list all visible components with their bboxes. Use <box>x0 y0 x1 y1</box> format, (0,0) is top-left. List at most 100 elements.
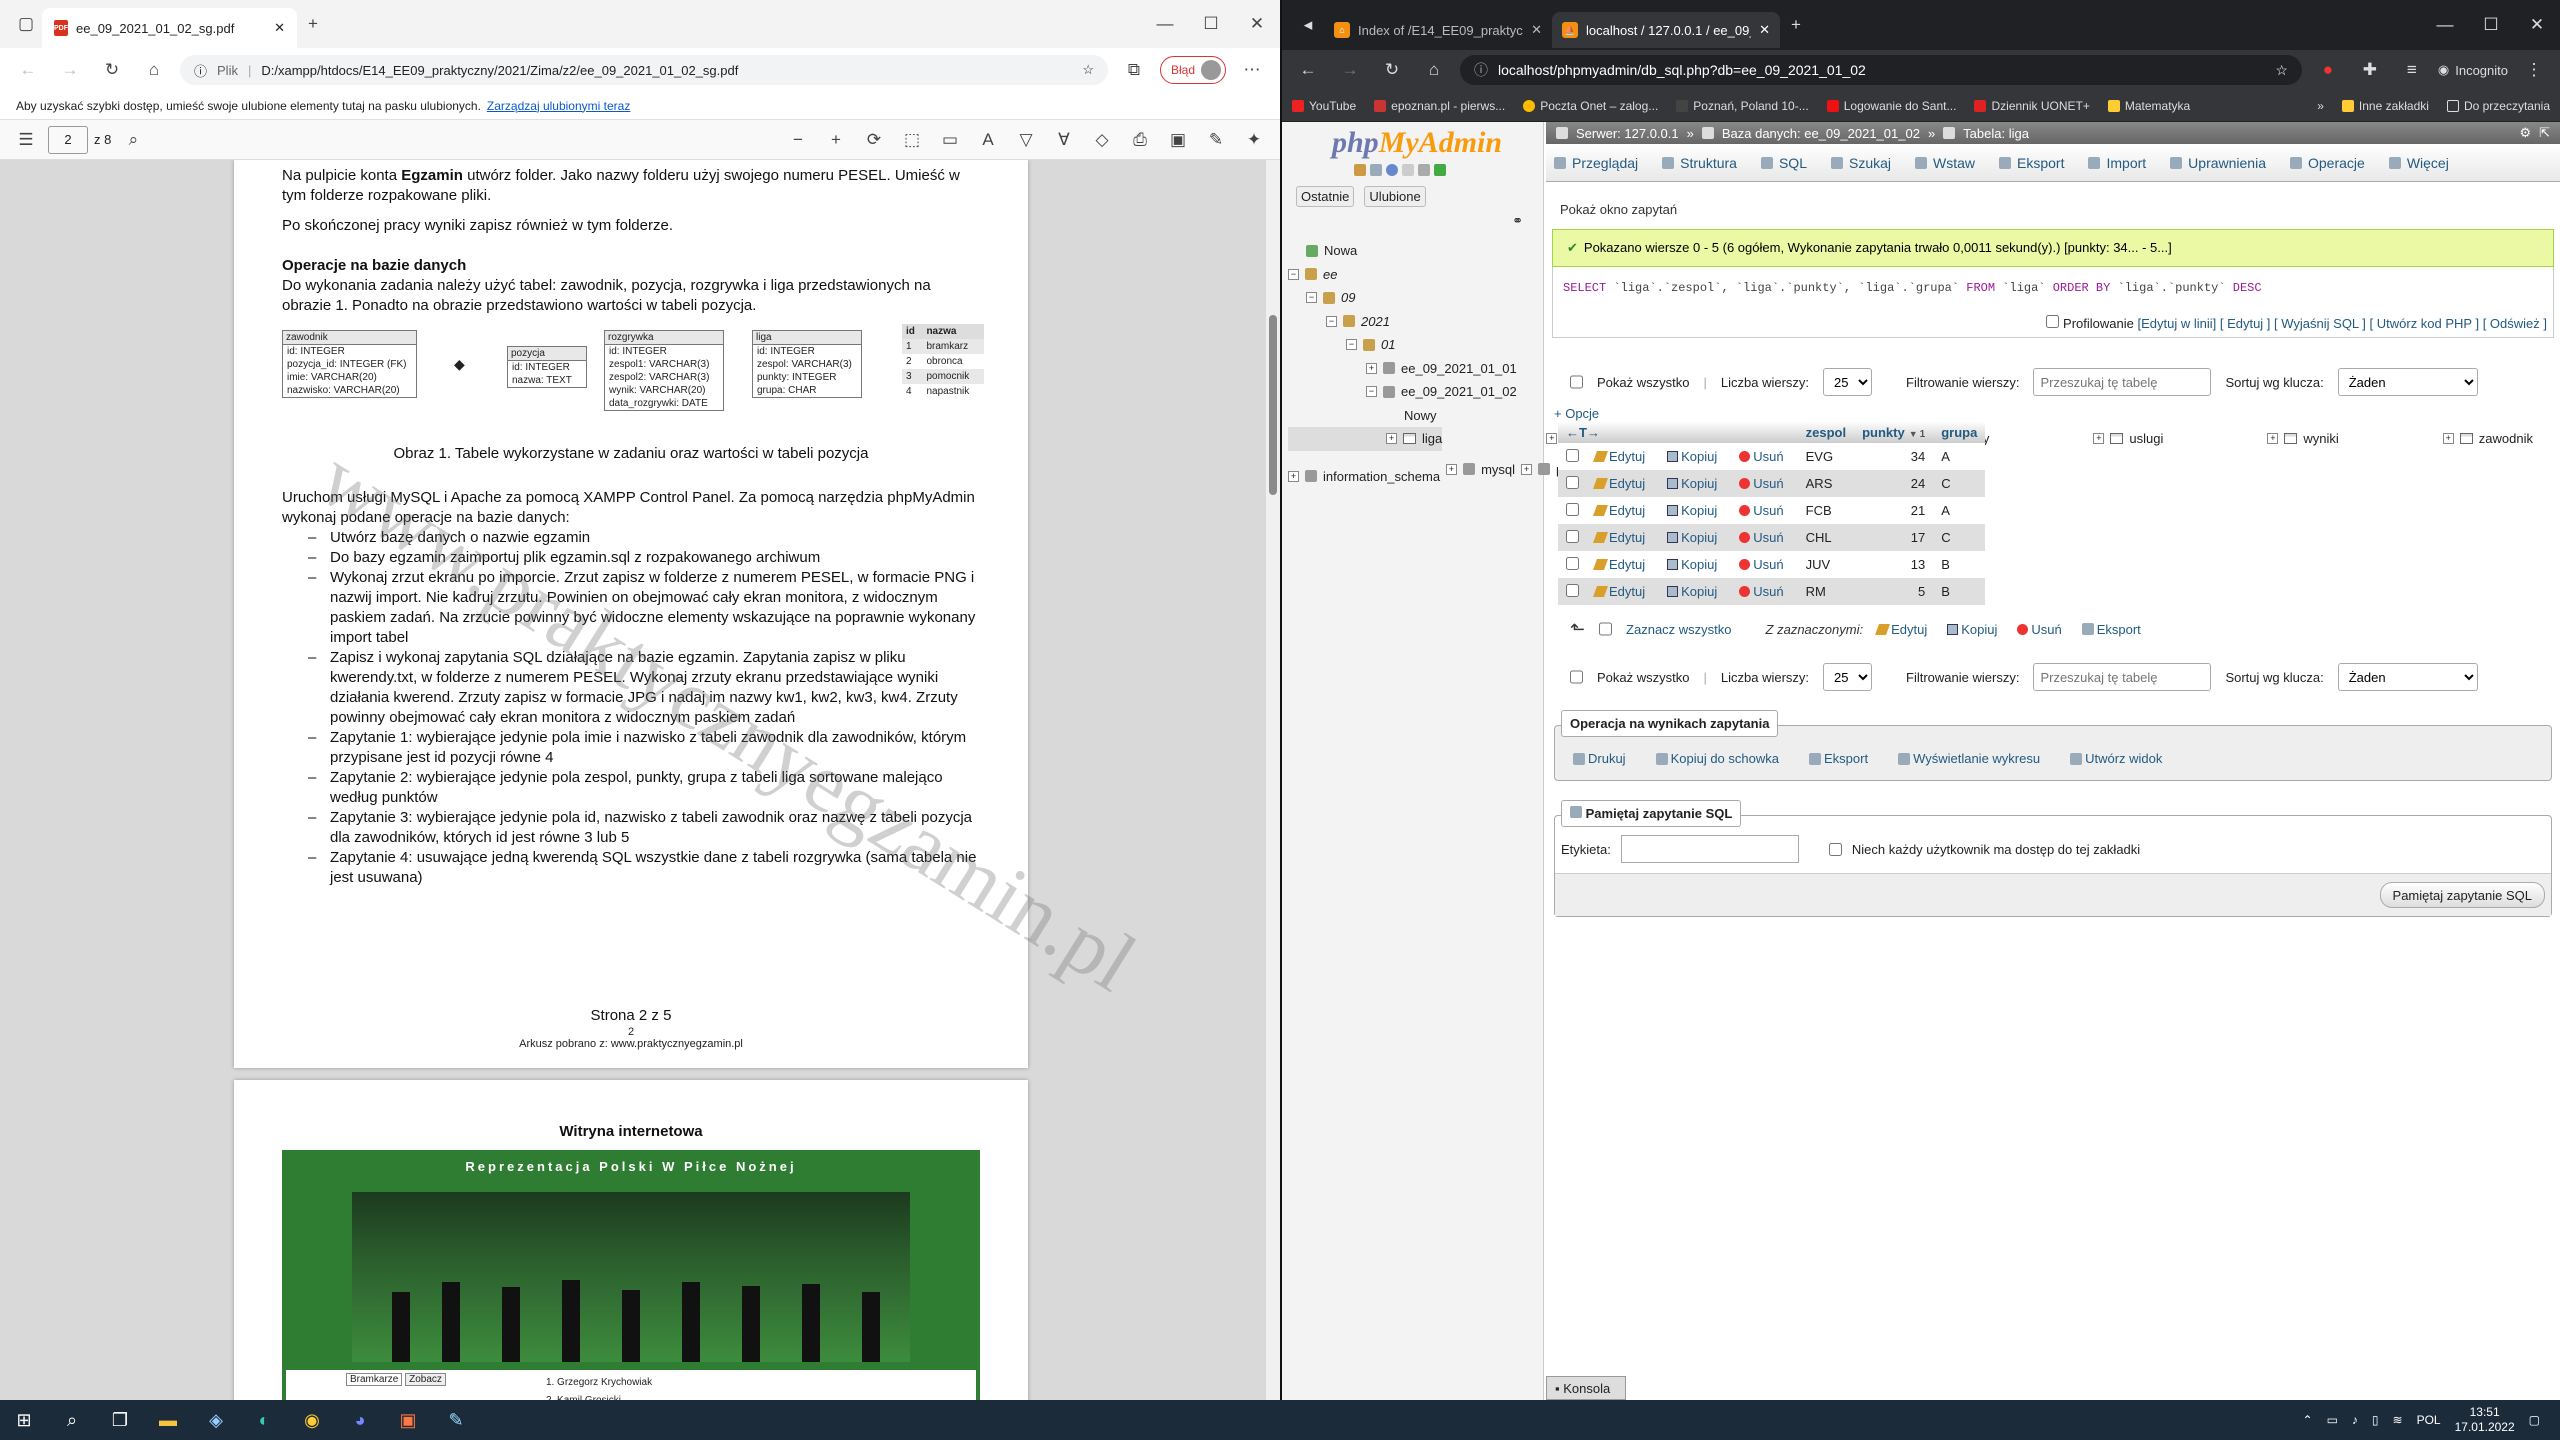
nav-arrows-header[interactable]: ←T→ <box>1558 421 1798 443</box>
collapse-icon[interactable]: − <box>1366 386 1377 398</box>
collections-icon[interactable]: ⧉ <box>1118 54 1150 86</box>
app-icon[interactable]: ◈ <box>192 1400 240 1440</box>
row-copy-link[interactable]: Kopiuj <box>1667 530 1717 545</box>
tab-export[interactable]: Eksport <box>1999 155 2064 171</box>
row-edit-link[interactable]: Edytuj <box>1592 584 1645 599</box>
help-icon[interactable] <box>1386 164 1398 176</box>
row-copy-link[interactable]: Kopiuj <box>1667 476 1717 491</box>
bookmark-youtube[interactable]: YouTube <box>1292 99 1356 113</box>
bulk-edit[interactable]: Edytuj <box>1891 622 1927 637</box>
docs-icon[interactable] <box>1402 164 1414 176</box>
close-tab-icon[interactable]: ✕ <box>1531 22 1542 38</box>
table-cell[interactable]: 13 <box>1854 551 1934 578</box>
remember-query-button[interactable]: Pamiętaj zapytanie SQL <box>2379 882 2545 908</box>
search-icon[interactable]: ⌕ <box>117 124 149 156</box>
tab-search[interactable]: Szukaj <box>1830 155 1891 171</box>
table-cell[interactable]: C <box>1933 524 1986 551</box>
bookmark-matematyka[interactable]: Matematyka <box>2107 99 2190 113</box>
eraser-icon[interactable]: ◇ <box>1086 124 1118 156</box>
tree-db1[interactable]: + ee_09_2021_01_01 <box>1288 357 1537 381</box>
table-cell[interactable]: B <box>1933 551 1986 578</box>
row-delete-link[interactable]: Usuń <box>1739 476 1784 491</box>
explorer-icon[interactable]: ▬ <box>144 1400 192 1440</box>
bookmark-onet[interactable]: Poczta Onet – zalog... <box>1523 99 1658 113</box>
tab-more[interactable]: Więcej <box>2388 155 2449 171</box>
table-cell[interactable]: A <box>1933 443 1986 470</box>
table-cell[interactable]: A <box>1933 497 1986 524</box>
table-cell[interactable]: CHL <box>1797 524 1855 551</box>
save-as-icon[interactable]: ✎ <box>1200 124 1232 156</box>
expand-icon[interactable]: + <box>1288 470 1299 482</box>
op-view[interactable]: Utwórz widok <box>2070 751 2162 766</box>
column-header-grupa[interactable]: grupa <box>1933 421 1986 443</box>
row-checkbox[interactable] <box>1566 556 1579 570</box>
op-chart[interactable]: Wyświetlanie wykresu <box>1898 751 2040 766</box>
filter-input[interactable] <box>2033 368 2212 396</box>
new-tab-icon[interactable]: + <box>1780 9 1812 41</box>
tree-09[interactable]: − 09 <box>1288 286 1537 310</box>
tab-actions-icon[interactable]: ▢ <box>10 8 42 40</box>
expand-icon[interactable]: + <box>1386 433 1397 445</box>
language-indicator[interactable]: POL <box>2417 1413 2441 1427</box>
pdf-scrollbar[interactable] <box>1266 160 1280 1400</box>
start-icon[interactable]: ⊞ <box>0 1400 48 1440</box>
bookmark-uonet[interactable]: Dziennik UONET+ <box>1974 99 2090 113</box>
row-delete-link[interactable]: Usuń <box>1739 503 1784 518</box>
tree-db2[interactable]: − ee_09_2021_01_02 <box>1288 380 1537 404</box>
filter-input-2[interactable] <box>2033 663 2212 691</box>
fit-page-icon[interactable]: ⬚ <box>896 124 928 156</box>
row-checkbox[interactable] <box>1566 502 1579 516</box>
logout-icon[interactable] <box>1370 164 1382 176</box>
wifi-icon[interactable]: ≋ <box>2393 1413 2403 1427</box>
tree-table-liga[interactable]: + liga <box>1288 427 1443 451</box>
sort-select-2[interactable]: Żaden <box>2337 663 2478 691</box>
contents-icon[interactable]: ☰ <box>10 124 42 156</box>
row-copy-link[interactable]: Kopiuj <box>1667 449 1717 464</box>
back-icon[interactable]: ← <box>1292 54 1324 86</box>
profiling-checkbox[interactable] <box>2046 315 2060 328</box>
extension-red-icon[interactable]: ● <box>2312 54 2344 86</box>
edge-tab-pdf[interactable]: PDF ee_09_2021_01_02_sg.pdf ✕ <box>42 8 297 48</box>
battery-icon[interactable]: ▯ <box>2372 1413 2379 1427</box>
op-print[interactable]: Drukuj <box>1573 751 1626 766</box>
bookmark-other[interactable]: Inne zakładki <box>2341 99 2429 113</box>
crumb-table[interactable]: Tabela: liga <box>1963 126 2029 141</box>
expand-icon[interactable]: + <box>1446 463 1458 475</box>
tab-operations[interactable]: Operacje <box>2290 155 2365 171</box>
show-all-checkbox-2[interactable] <box>1570 663 1583 691</box>
manage-favorites-link[interactable]: Zarządzaj ulubionymi teraz <box>487 99 630 113</box>
edge-url-field[interactable]: ⓘ Plik | D:/xampp/htdocs/E14_EE09_prakty… <box>180 55 1108 85</box>
check-all-checkbox[interactable] <box>1599 615 1613 643</box>
row-edit-link[interactable]: Edytuj <box>1592 503 1645 518</box>
row-delete-link[interactable]: Usuń <box>1739 584 1784 599</box>
reading-list[interactable]: Do przeczytania <box>2446 99 2550 113</box>
rows-select-2[interactable]: 25 <box>1823 663 1873 691</box>
show-all-checkbox[interactable] <box>1570 368 1583 396</box>
maximize-icon[interactable]: ☐ <box>2468 9 2514 41</box>
label-input[interactable] <box>1620 835 1799 863</box>
bulk-delete[interactable]: Usuń <box>2031 622 2061 637</box>
bulk-copy[interactable]: Kopiuj <box>1961 622 1997 637</box>
query-links[interactable]: [Edytuj w linii] [ Edytuj ] [ Wyjaśnij S… <box>2137 316 2547 331</box>
incognito-badge[interactable]: ◉ Incognito <box>2438 62 2508 78</box>
expand-icon[interactable]: + <box>1366 362 1377 374</box>
collapse-icon[interactable]: − <box>1346 339 1357 351</box>
more-icon[interactable]: ⋯ <box>1236 54 1268 86</box>
row-edit-link[interactable]: Edytuj <box>1592 476 1645 491</box>
more-icon[interactable]: ⋮ <box>2518 54 2550 86</box>
table-cell[interactable]: JUV <box>1797 551 1855 578</box>
row-delete-link[interactable]: Usuń <box>1739 449 1784 464</box>
settings-gear-icon[interactable]: ⚙ <box>2519 125 2531 141</box>
op-clipboard[interactable]: Kopiuj do schowka <box>1655 751 1779 766</box>
notifications-icon[interactable]: ▢ <box>2529 1413 2540 1427</box>
column-header-punkty[interactable]: punkty ▼ 1 <box>1854 421 1934 443</box>
close-tab-icon[interactable]: ✕ <box>274 20 285 36</box>
save-icon[interactable]: ▣ <box>1162 124 1194 156</box>
table-cell[interactable]: FCB <box>1797 497 1855 524</box>
draw-icon[interactable]: ∀ <box>1048 124 1080 156</box>
tab-browse[interactable]: Przeglądaj <box>1554 155 1638 171</box>
table-cell[interactable]: EVG <box>1797 443 1855 470</box>
bulk-export[interactable]: Eksport <box>2097 622 2141 637</box>
refresh-icon[interactable]: ↻ <box>96 54 128 86</box>
tree-new[interactable]: Nowa <box>1288 239 1537 263</box>
